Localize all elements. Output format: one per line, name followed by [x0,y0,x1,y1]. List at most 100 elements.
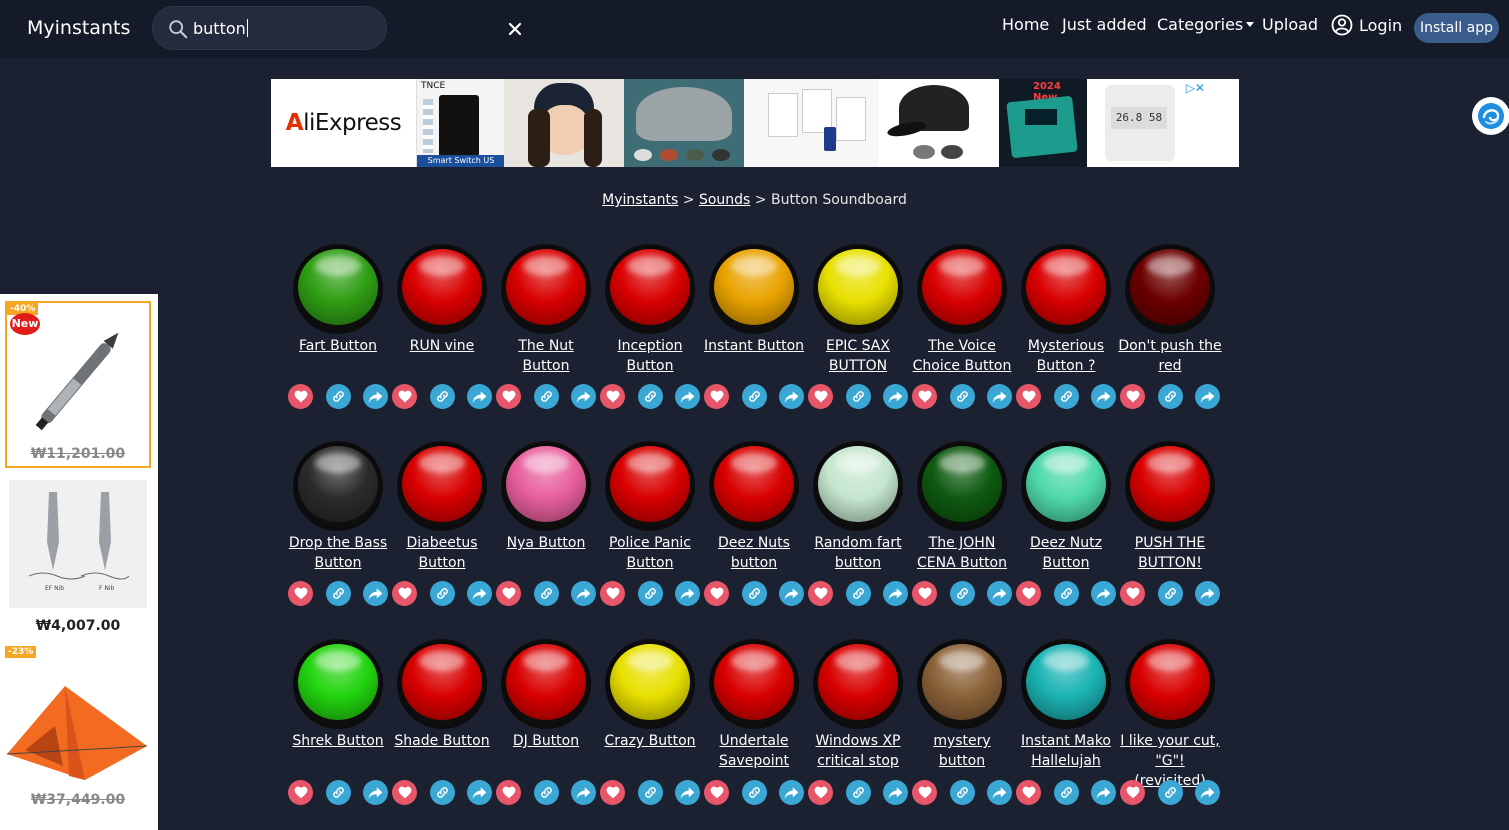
share-button[interactable] [1091,780,1116,805]
sound-title-link[interactable]: Undertale Savepoint [702,731,806,771]
play-button[interactable] [501,244,591,334]
favorite-button[interactable] [600,581,625,606]
favorite-button[interactable] [392,780,417,805]
ad-tile-bucket-hats[interactable] [624,79,744,167]
favorite-button[interactable] [496,780,521,805]
play-button[interactable] [709,244,799,334]
favorite-button[interactable] [1016,780,1041,805]
favorite-button[interactable] [1120,780,1145,805]
sound-title-link[interactable]: Random fart button [806,533,910,573]
play-button[interactable] [605,244,695,334]
copy-link-button[interactable] [325,384,351,409]
favorite-button[interactable] [1016,581,1041,606]
copy-link-button[interactable] [637,384,663,409]
copy-link-button[interactable] [533,581,559,606]
copy-link-button[interactable] [845,780,871,805]
copy-link-button[interactable] [949,581,975,606]
ad-tile-smart-switches[interactable] [744,79,879,167]
play-button[interactable] [397,244,487,334]
breadcrumb-sounds[interactable]: Sounds [699,192,750,208]
sound-title-link[interactable]: Drop the Bass Button [286,533,390,573]
favorite-button[interactable] [808,384,833,409]
breadcrumb-home[interactable]: Myinstants [602,192,678,208]
favorite-button[interactable] [288,581,313,606]
copy-link-button[interactable] [637,780,663,805]
ad-tile-thermometer[interactable]: 26.8 58 ▷✕ [1087,79,1207,167]
share-button[interactable] [571,780,596,805]
share-button[interactable] [363,780,388,805]
sound-title-link[interactable]: The Nut Button [494,336,598,376]
copy-link-button[interactable] [325,581,351,606]
copy-link-button[interactable] [845,384,871,409]
nav-upload[interactable]: Upload [1262,15,1318,34]
play-button[interactable] [1021,441,1111,531]
play-button[interactable] [1021,639,1111,729]
copy-link-button[interactable] [741,780,767,805]
ad-tile-gadget[interactable]: 2024 New [999,79,1087,167]
share-button[interactable] [675,581,700,606]
ad-choices-icon[interactable]: ▷✕ [1186,81,1205,95]
copy-link-button[interactable] [429,780,455,805]
brand-logo[interactable]: Myinstants [27,17,130,39]
play-button[interactable] [293,441,383,531]
favorite-button[interactable] [496,581,521,606]
sound-title-link[interactable]: Police Panic Button [598,533,702,573]
play-button[interactable] [813,244,903,334]
play-button[interactable] [917,441,1007,531]
play-button[interactable] [1125,639,1215,729]
share-button[interactable] [363,581,388,606]
share-button[interactable] [363,384,388,409]
sound-title-link[interactable]: Diabeetus Button [390,533,494,573]
share-button[interactable] [1195,384,1220,409]
play-button[interactable] [293,244,383,334]
ad-product-pen[interactable]: -40% New ₩11,201.00 [5,301,151,468]
favorite-button[interactable] [392,581,417,606]
favorite-button[interactable] [496,384,521,409]
play-button[interactable] [813,639,903,729]
favorite-button[interactable] [392,384,417,409]
play-button[interactable] [605,441,695,531]
play-button[interactable] [397,441,487,531]
play-button[interactable] [293,639,383,729]
share-button[interactable] [1195,581,1220,606]
play-button[interactable] [709,639,799,729]
search-box[interactable]: button [152,6,522,50]
share-button[interactable] [987,581,1012,606]
copy-link-button[interactable] [1053,384,1079,409]
copy-link-button[interactable] [533,384,559,409]
play-button[interactable] [1021,244,1111,334]
copy-link-button[interactable] [637,581,663,606]
share-button[interactable] [1091,581,1116,606]
ad-tile-cap-woman[interactable] [504,79,624,167]
search-input[interactable]: button [193,19,248,38]
favorite-button[interactable] [600,780,625,805]
copy-link-button[interactable] [1157,581,1183,606]
favorite-button[interactable] [1120,581,1145,606]
sound-title-link[interactable]: Shrek Button [286,731,390,751]
sound-title-link[interactable]: mystery button [910,731,1014,771]
share-button[interactable] [883,384,908,409]
ad-tile-mesh-caps[interactable] [879,79,999,167]
play-button[interactable] [709,441,799,531]
install-app-button[interactable]: Install app [1414,13,1499,43]
sound-title-link[interactable]: RUN vine [390,336,494,356]
favorite-button[interactable] [912,384,937,409]
share-button[interactable] [675,384,700,409]
sound-title-link[interactable]: EPIC SAX BUTTON [806,336,910,376]
favorite-button[interactable] [600,384,625,409]
favorite-button[interactable] [704,780,729,805]
play-button[interactable] [813,441,903,531]
share-button[interactable] [467,780,492,805]
play-button[interactable] [1125,244,1215,334]
copy-link-button[interactable] [1053,581,1079,606]
sound-title-link[interactable]: DJ Button [494,731,598,751]
copy-link-button[interactable] [741,581,767,606]
sound-title-link[interactable]: PUSH THE BUTTON! [1118,533,1222,573]
sound-title-link[interactable]: Instant Mako Hallelujah [1014,731,1118,771]
favorite-button[interactable] [808,581,833,606]
ad-product-nibs[interactable]: EF Nib F Nib ₩4,007.00 [5,476,151,634]
copy-link-button[interactable] [533,780,559,805]
nav-just-added[interactable]: Just added [1062,15,1147,34]
sound-title-link[interactable]: Fart Button [286,336,390,356]
copy-link-button[interactable] [949,780,975,805]
